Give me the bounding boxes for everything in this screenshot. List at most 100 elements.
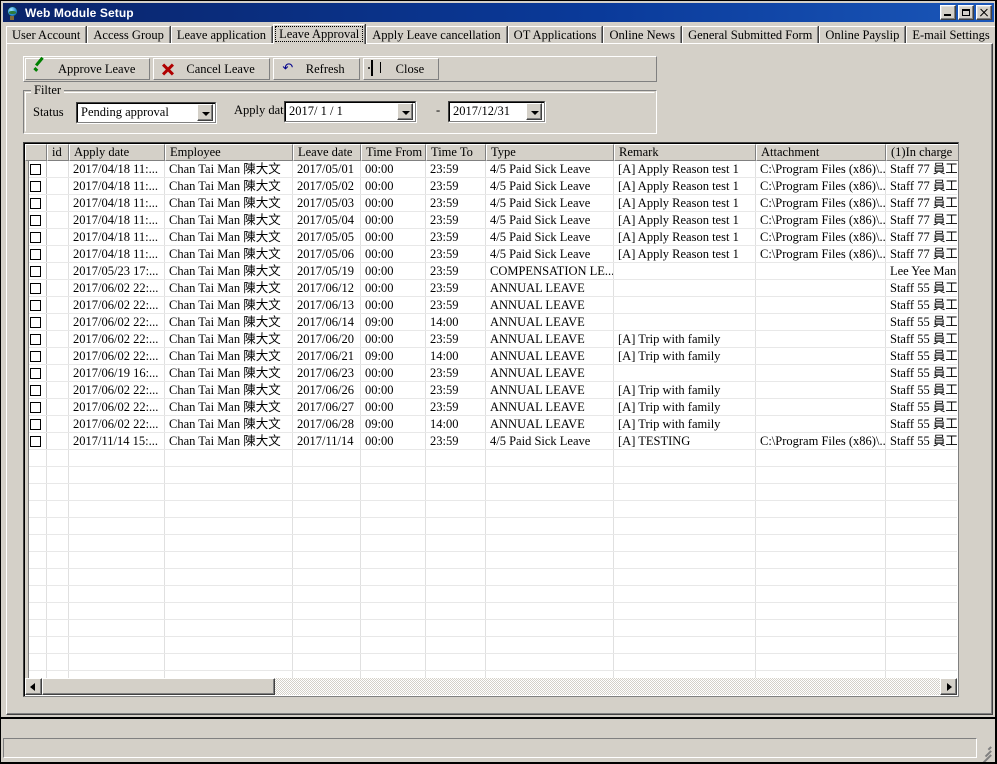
chevron-down-icon[interactable] — [526, 103, 542, 120]
row-checkbox[interactable] — [30, 248, 41, 260]
close-button[interactable] — [976, 5, 992, 20]
minimize-button[interactable] — [940, 5, 956, 20]
grid-header-time_to[interactable]: Time To — [426, 144, 486, 161]
table-row[interactable]: 2017/06/02 22:... Chan Tai Man 陳大文 2017/06… — [25, 382, 957, 399]
scroll-right-arrow-icon[interactable] — [940, 678, 957, 695]
row-checkbox[interactable] — [30, 401, 41, 413]
table-row[interactable]: 2017/04/18 11:... Chan Tai Man 陳大文 2017/05… — [25, 212, 957, 229]
row-checkbox[interactable] — [30, 163, 41, 175]
cell-empty — [486, 671, 614, 678]
table-row-empty[interactable] — [25, 501, 957, 518]
row-checkbox[interactable] — [30, 197, 41, 209]
apply-date-from-picker[interactable]: 2017/ 1 / 1 — [284, 101, 416, 122]
table-row-empty[interactable] — [25, 535, 957, 552]
grid-header-apply_date[interactable]: Apply date — [69, 144, 165, 161]
close-button-toolbar[interactable]: Close — [362, 58, 440, 80]
table-row-empty[interactable] — [25, 518, 957, 535]
table-row[interactable]: 2017/06/02 22:... Chan Tai Man 陳大文 2017/06… — [25, 280, 957, 297]
scroll-left-arrow-icon[interactable] — [25, 678, 42, 695]
row-checkbox[interactable] — [30, 265, 41, 277]
leave-approval-grid[interactable]: id Apply date Employee Leave date Time From T… — [23, 142, 959, 697]
chevron-down-icon[interactable] — [397, 103, 413, 120]
table-row[interactable]: 2017/06/02 22:... Chan Tai Man 陳大文 2017/06… — [25, 297, 957, 314]
cell-empty — [756, 450, 886, 466]
row-checkbox[interactable] — [30, 418, 41, 430]
table-row-empty[interactable] — [25, 603, 957, 620]
chevron-down-icon[interactable] — [197, 104, 213, 121]
row-checkbox[interactable] — [30, 350, 41, 362]
row-checkbox[interactable] — [30, 384, 41, 396]
table-row-empty[interactable] — [25, 637, 957, 654]
tab-access-group[interactable]: Access Group — [87, 26, 170, 44]
table-row[interactable]: 2017/06/19 16:... Chan Tai Man 陳大文 2017/06… — [25, 365, 957, 382]
tab-ot-applications[interactable]: OT Applications — [507, 26, 603, 44]
table-row[interactable]: 2017/04/18 11:... Chan Tai Man 陳大文 2017/05… — [25, 229, 957, 246]
table-row[interactable]: 2017/04/18 11:... Chan Tai Man 陳大文 2017/05… — [25, 246, 957, 263]
cancel-leave-button[interactable]: Cancel Leave — [153, 58, 270, 80]
row-checkbox[interactable] — [30, 316, 41, 328]
row-checkbox[interactable] — [30, 282, 41, 294]
grid-header-time_from[interactable]: Time From — [361, 144, 426, 161]
tab-user-account[interactable]: User Account — [6, 26, 87, 44]
tab-leave-approval[interactable]: Leave Approval — [273, 24, 366, 44]
table-row[interactable]: 2017/04/18 11:... Chan Tai Man 陳大文 2017/05… — [25, 161, 957, 178]
tab-online-payslip[interactable]: Online Payslip — [819, 26, 906, 44]
grid-horizontal-scrollbar[interactable] — [25, 678, 957, 695]
table-row[interactable]: 2017/04/18 11:... Chan Tai Man 陳大文 2017/05… — [25, 178, 957, 195]
approve-leave-button[interactable]: Approve Leave — [25, 58, 151, 80]
row-checkbox[interactable] — [30, 333, 41, 345]
table-row-empty[interactable] — [25, 467, 957, 484]
table-row[interactable]: 2017/04/18 11:... Chan Tai Man 陳大文 2017/05… — [25, 195, 957, 212]
table-row-empty[interactable] — [25, 450, 957, 467]
table-row[interactable]: 2017/06/02 22:... Chan Tai Man 陳大文 2017/06… — [25, 399, 957, 416]
status-dropdown[interactable]: Pending approval — [76, 102, 216, 123]
cell-empty — [69, 518, 165, 534]
table-row[interactable]: 2017/05/23 17:... Chan Tai Man 陳大文 2017/05… — [25, 263, 957, 280]
resize-grip-icon[interactable] — [977, 738, 993, 762]
table-row-empty[interactable] — [25, 654, 957, 671]
grid-header-leave_date[interactable]: Leave date — [293, 144, 361, 161]
table-row[interactable]: 2017/06/02 22:... Chan Tai Man 陳大文 2017/06… — [25, 314, 957, 331]
cell-id — [47, 365, 69, 381]
tab-online-news[interactable]: Online News — [603, 26, 682, 44]
grid-header-in_charge[interactable]: (1)In charge — [886, 144, 958, 161]
table-row-empty[interactable] — [25, 620, 957, 637]
table-row[interactable]: 2017/06/02 22:... Chan Tai Man 陳大文 2017/06… — [25, 348, 957, 365]
table-row-empty[interactable] — [25, 671, 957, 678]
row-checkbox[interactable] — [30, 299, 41, 311]
row-checkbox[interactable] — [30, 435, 41, 447]
cell-empty — [69, 671, 165, 678]
tab-general-submitted-form[interactable]: General Submitted Form — [682, 26, 819, 44]
cell-type: ANNUAL LEAVE — [486, 297, 614, 313]
grid-header-employee[interactable]: Employee — [165, 144, 293, 161]
row-checkbox[interactable] — [30, 367, 41, 379]
table-row-empty[interactable] — [25, 569, 957, 586]
grid-header-attachment[interactable]: Attachment — [756, 144, 886, 161]
apply-date-to-picker[interactable]: 2017/12/31 — [448, 101, 545, 122]
table-row[interactable]: 2017/11/14 15:... Chan Tai Man 陳大文 2017/11… — [25, 433, 957, 450]
table-row-empty[interactable] — [25, 484, 957, 501]
grid-header-check[interactable] — [25, 144, 47, 161]
row-checkbox[interactable] — [30, 180, 41, 192]
tab-email-settings[interactable]: E-mail Settings — [906, 26, 995, 44]
grid-header-row: id Apply date Employee Leave date Time From T… — [25, 144, 958, 161]
grid-header-type[interactable]: Type — [486, 144, 614, 161]
table-row-empty[interactable] — [25, 586, 957, 603]
scrollbar-thumb[interactable] — [42, 678, 275, 695]
grid-header-id[interactable]: id — [47, 144, 69, 161]
status-bar-text — [3, 738, 977, 758]
row-checkbox[interactable] — [30, 231, 41, 243]
table-row-empty[interactable] — [25, 552, 957, 569]
tab-apply-leave-cancellation[interactable]: Apply Leave cancellation — [366, 26, 507, 44]
cell-time-to: 23:59 — [426, 178, 486, 194]
table-row[interactable]: 2017/06/02 22:... Chan Tai Man 陳大文 2017/06… — [25, 331, 957, 348]
table-row[interactable]: 2017/06/02 22:... Chan Tai Man 陳大文 2017/06… — [25, 416, 957, 433]
scrollbar-track[interactable] — [42, 678, 940, 695]
grid-header-remark[interactable]: Remark — [614, 144, 756, 161]
row-checkbox[interactable] — [30, 214, 41, 226]
maximize-button[interactable] — [958, 5, 974, 20]
refresh-button[interactable]: ↶ Refresh — [272, 58, 360, 80]
grid-body[interactable]: 2017/04/18 11:... Chan Tai Man 陳大文 2017/05… — [25, 161, 957, 678]
grid-header-label: Employee — [170, 145, 221, 159]
tab-leave-application[interactable]: Leave application — [170, 26, 273, 44]
